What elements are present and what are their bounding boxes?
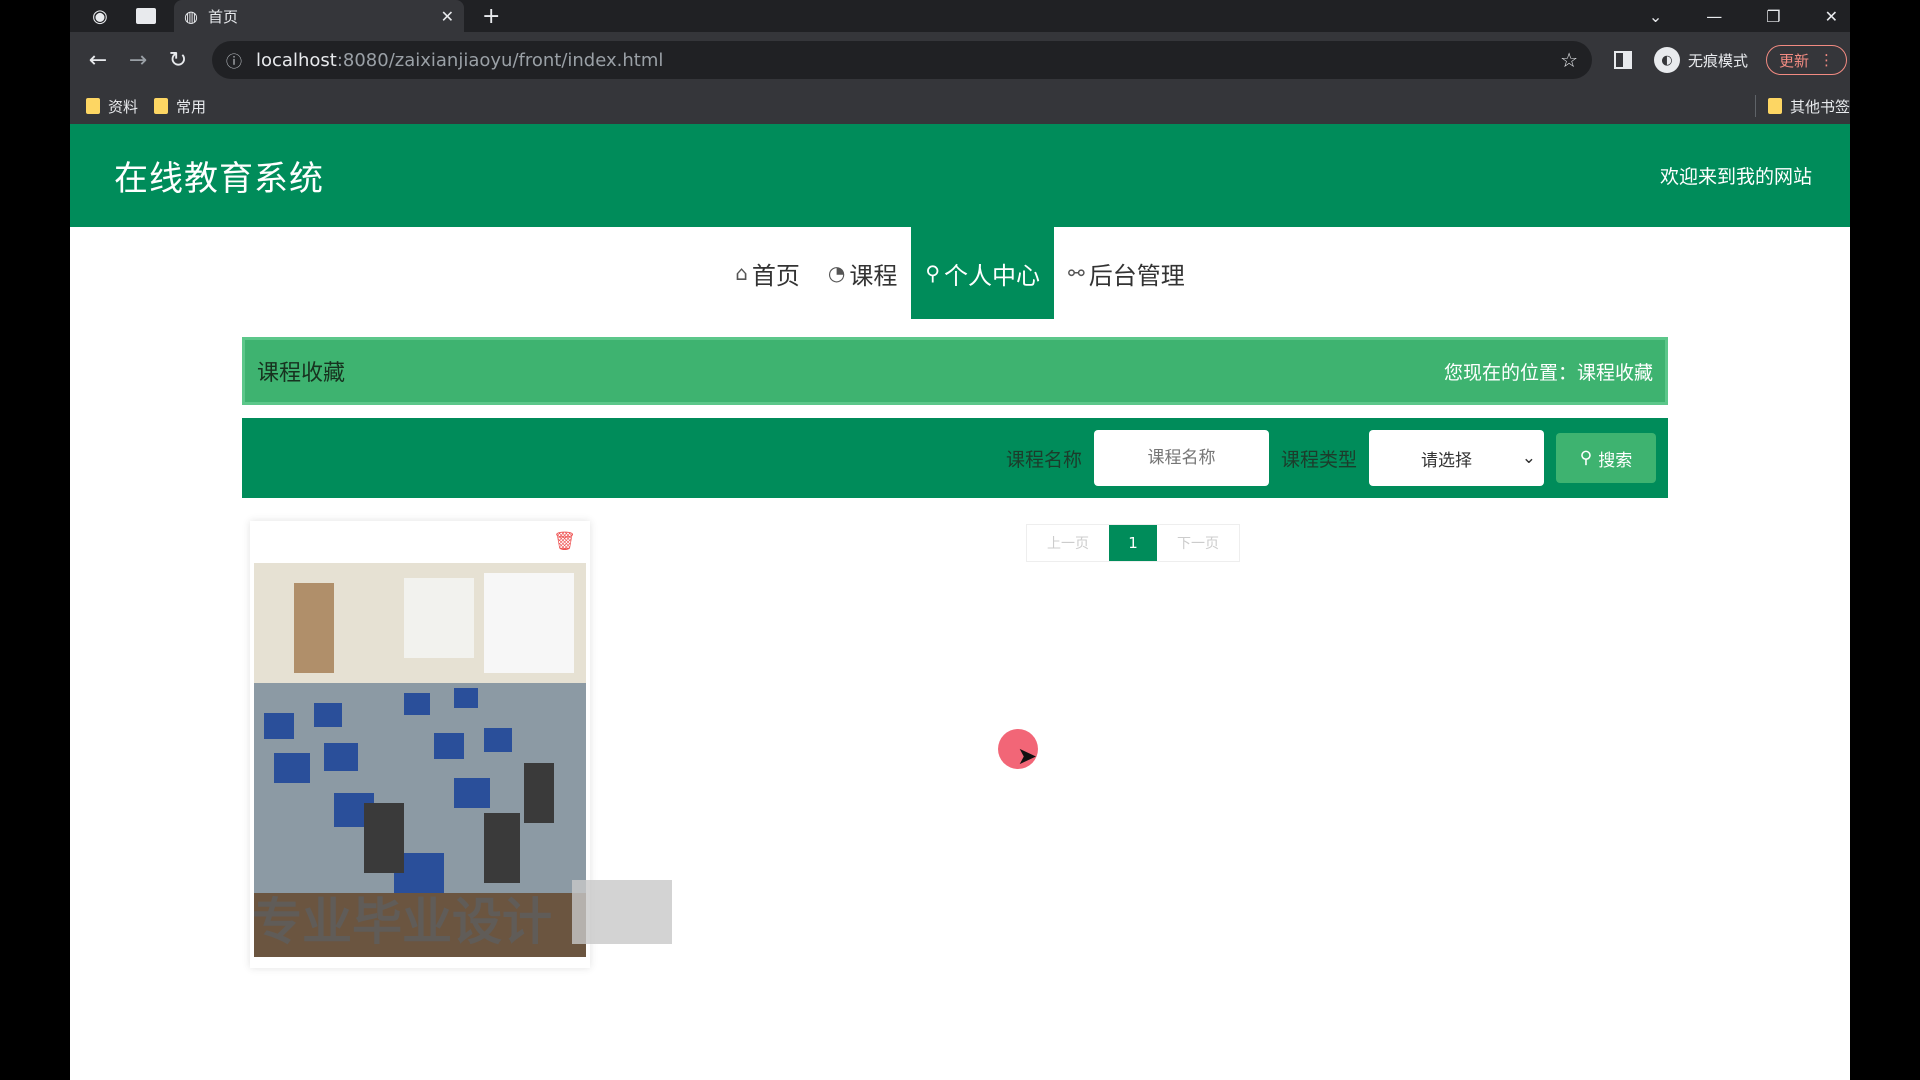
update-button[interactable]: 更新 ⋮ bbox=[1766, 45, 1848, 75]
menu-dots-icon: ⋮ bbox=[1819, 51, 1835, 69]
folder-icon bbox=[86, 98, 100, 114]
restore-icon[interactable]: ❐ bbox=[1766, 7, 1780, 26]
watermark-caption: 专业毕业设计 bbox=[252, 893, 552, 951]
globe-icon: ◍ bbox=[184, 6, 198, 26]
bookmark-folder-1[interactable]: 资料 bbox=[86, 96, 138, 117]
side-panel-icon[interactable] bbox=[1614, 51, 1632, 69]
breadcrumb: 您现在的位置：课程收藏 bbox=[1444, 358, 1653, 385]
browser-tab-active[interactable]: ◍ 首页 ✕ bbox=[174, 0, 464, 32]
update-label: 更新 bbox=[1779, 51, 1810, 70]
course-type-select[interactable]: 请选择 ⌄ bbox=[1369, 430, 1544, 486]
pagination: 上一页 1 下一页 bbox=[1026, 524, 1240, 562]
home-icon: ⌂ bbox=[735, 261, 748, 285]
folder-icon bbox=[154, 98, 169, 114]
nav-home[interactable]: ⌂ 首页 bbox=[721, 227, 814, 319]
nav-label: 首页 bbox=[751, 261, 800, 290]
bookmark-label: 常用 bbox=[176, 97, 207, 116]
page-title: 课程收藏 bbox=[257, 361, 346, 386]
trash-icon[interactable]: 🗑 bbox=[553, 531, 576, 552]
chevron-down-icon: ⌄ bbox=[1521, 448, 1536, 468]
search-button[interactable]: ⚲ 搜索 bbox=[1556, 433, 1656, 483]
search-icon: ⚲ bbox=[1579, 448, 1593, 468]
bookmark-label: 资料 bbox=[108, 97, 139, 116]
reload-icon[interactable]: ↻ bbox=[158, 48, 198, 73]
letterbox-left bbox=[0, 0, 70, 1080]
chevron-down-icon[interactable]: ⌄ bbox=[1649, 7, 1662, 26]
browser-logo-icon: ◉ bbox=[92, 5, 108, 27]
tab-search-icon[interactable] bbox=[136, 8, 156, 24]
bookmark-star-icon[interactable]: ☆ bbox=[1560, 48, 1578, 72]
bookmarks-bar: 资料 常用 其他书签 bbox=[70, 88, 1850, 124]
blur-patch bbox=[572, 880, 672, 944]
user-icon: ⚲ bbox=[925, 261, 941, 285]
prev-page-button[interactable]: 上一页 bbox=[1027, 525, 1109, 561]
close-icon[interactable]: ✕ bbox=[441, 7, 454, 26]
location-current: 课程收藏 bbox=[1576, 361, 1653, 384]
minimize-icon[interactable]: — bbox=[1706, 7, 1722, 26]
incognito-label: 无痕模式 bbox=[1688, 51, 1749, 70]
window-close-icon[interactable]: ✕ bbox=[1825, 7, 1838, 26]
window-controls: ⌄ — ❐ ✕ bbox=[1649, 7, 1850, 26]
site-title: 在线教育系统 bbox=[114, 159, 324, 199]
nav-label: 课程 bbox=[849, 261, 898, 290]
link-icon: ⚯ bbox=[1068, 261, 1085, 285]
letterbox-right bbox=[1850, 0, 1920, 1080]
url-path: :8080/zaixianjiaoyu/front/index.html bbox=[336, 49, 664, 71]
info-icon[interactable]: ⓘ bbox=[226, 48, 242, 72]
course-name-label: 课程名称 bbox=[1005, 448, 1082, 471]
nav-label: 个人中心 bbox=[944, 261, 1041, 290]
breadcrumb-bar: 课程收藏 您现在的位置：课程收藏 bbox=[242, 337, 1668, 405]
search-bar: 课程名称 课程类型 请选择 ⌄ ⚲ 搜索 bbox=[242, 418, 1668, 498]
main-nav: ⌂ 首页 ◔ 课程 ⚲ 个人中心 ⚯ 后台管理 bbox=[70, 227, 1850, 319]
browser-tab-bar: ◉ ◍ 首页 ✕ + ⌄ — ❐ ✕ bbox=[70, 0, 1850, 32]
site-header: 在线教育系统 欢迎来到我的网站 bbox=[70, 124, 1850, 227]
bookmark-label: 其他书签 bbox=[1789, 97, 1850, 116]
next-page-button[interactable]: 下一页 bbox=[1157, 525, 1239, 561]
nav-course[interactable]: ◔ 课程 bbox=[814, 227, 911, 319]
other-bookmarks[interactable]: 其他书签 bbox=[1754, 95, 1850, 117]
mouse-cursor-icon: ➤ bbox=[1017, 742, 1038, 770]
address-bar[interactable]: ⓘ localhost:8080/zaixianjiaoyu/front/ind… bbox=[212, 41, 1592, 79]
current-page[interactable]: 1 bbox=[1109, 525, 1157, 561]
nav-label: 后台管理 bbox=[1088, 261, 1185, 290]
select-value: 请选择 bbox=[1421, 450, 1472, 471]
nav-admin[interactable]: ⚯ 后台管理 bbox=[1054, 227, 1199, 319]
new-tab-button[interactable]: + bbox=[482, 4, 500, 29]
course-name-input[interactable] bbox=[1093, 430, 1269, 486]
tab-title: 首页 bbox=[207, 7, 238, 26]
incognito-icon: ◐ bbox=[1654, 47, 1680, 73]
gauge-icon: ◔ bbox=[827, 261, 846, 285]
nav-personal-center[interactable]: ⚲ 个人中心 bbox=[911, 227, 1055, 319]
folder-icon bbox=[1767, 98, 1782, 114]
forward-arrow-icon[interactable]: → bbox=[118, 48, 158, 73]
course-type-label: 课程类型 bbox=[1280, 448, 1357, 471]
back-arrow-icon[interactable]: ← bbox=[78, 48, 118, 73]
browser-toolbar: ← → ↻ ⓘ localhost:8080/zaixianjiaoyu/fro… bbox=[70, 32, 1850, 88]
search-button-label: 搜索 bbox=[1598, 450, 1633, 471]
bookmark-folder-2[interactable]: 常用 bbox=[154, 96, 206, 117]
incognito-indicator[interactable]: ◐ 无痕模式 bbox=[1654, 47, 1748, 73]
welcome-text: 欢迎来到我的网站 bbox=[1659, 166, 1812, 188]
url-host: localhost bbox=[256, 49, 337, 71]
location-prefix: 您现在的位置： bbox=[1443, 361, 1577, 384]
